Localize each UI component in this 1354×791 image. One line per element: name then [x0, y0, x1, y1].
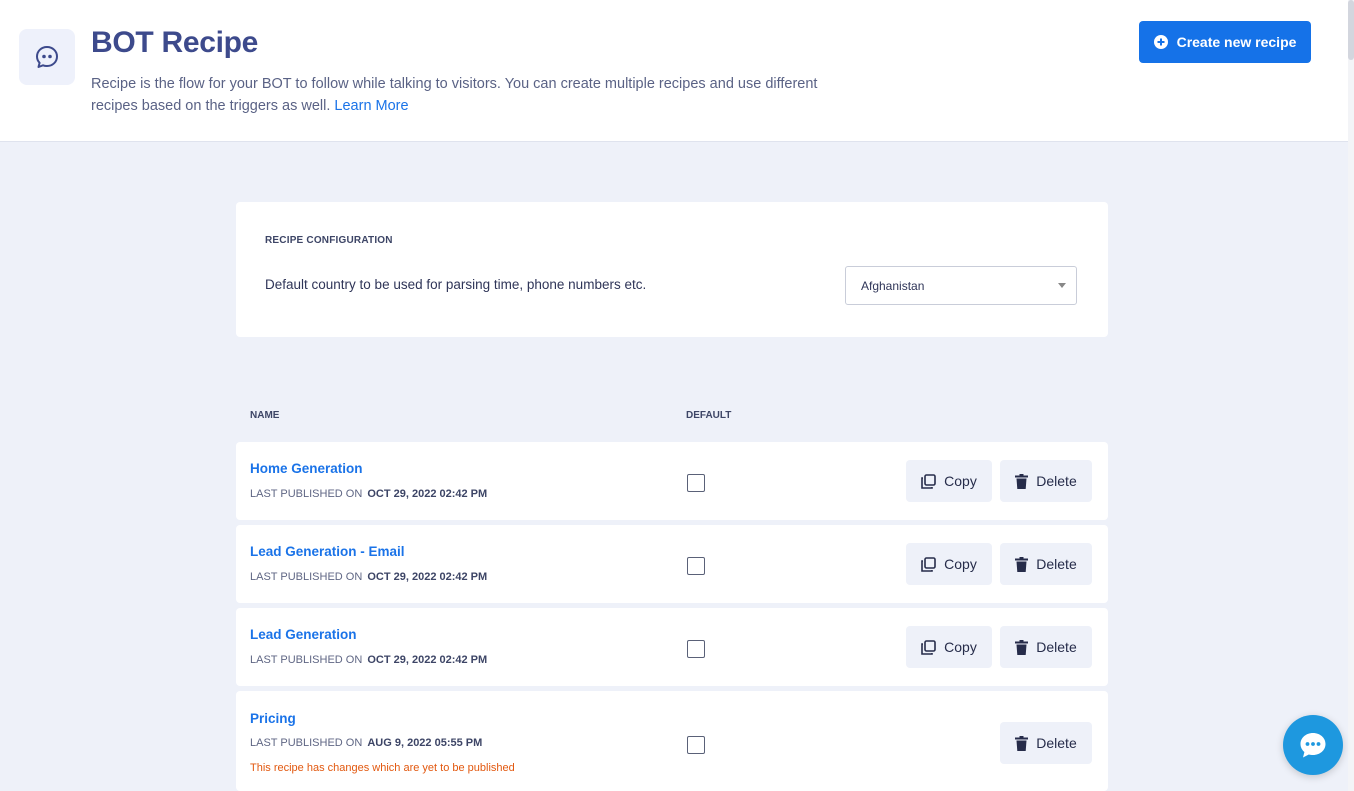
trash-icon [1015, 639, 1029, 655]
scrollbar-thumb[interactable] [1348, 0, 1354, 60]
copy-icon [921, 556, 936, 572]
column-header-name: NAME [250, 410, 280, 421]
published-label: LAST PUBLISHED ON [250, 654, 363, 666]
chat-bubble-icon [36, 46, 58, 68]
page-header: BOT Recipe Recipe is the flow for your B… [0, 0, 1348, 142]
copy-button[interactable]: Copy [906, 626, 992, 668]
copy-label: Copy [944, 556, 977, 572]
scrollbar[interactable] [1348, 0, 1354, 791]
delete-label: Delete [1036, 639, 1077, 655]
caret-down-icon [1058, 283, 1066, 288]
recipe-name-link[interactable]: Pricing [250, 711, 296, 726]
copy-button[interactable]: Copy [906, 460, 992, 502]
delete-label: Delete [1036, 473, 1077, 489]
trash-icon [1015, 473, 1029, 489]
plus-circle-icon [1153, 35, 1168, 49]
default-checkbox[interactable] [687, 640, 705, 658]
chat-widget-button[interactable] [1283, 715, 1343, 775]
delete-button[interactable]: Delete [1000, 722, 1092, 764]
copy-label: Copy [944, 639, 977, 655]
bot-logo [19, 29, 75, 85]
config-label: Default country to be used for parsing t… [265, 277, 647, 292]
country-select-value: Afghanistan [861, 278, 925, 293]
create-recipe-button[interactable]: Create new recipe [1139, 21, 1311, 63]
published-date: AUG 9, 2022 05:55 PM [367, 737, 483, 749]
recipe-published-meta: LAST PUBLISHED ON AUG 9, 2022 05:55 PM [250, 737, 482, 749]
delete-label: Delete [1036, 735, 1077, 751]
recipe-row: Home Generation LAST PUBLISHED ON OCT 29… [236, 442, 1108, 520]
copy-icon [921, 473, 936, 489]
create-recipe-label: Create new recipe [1176, 34, 1297, 50]
trash-icon [1015, 735, 1029, 751]
published-date: OCT 29, 2022 02:42 PM [367, 571, 488, 583]
config-title: RECIPE CONFIGURATION [265, 235, 393, 246]
page-description-text: Recipe is the flow for your BOT to follo… [91, 76, 818, 114]
default-checkbox[interactable] [687, 557, 705, 575]
default-checkbox[interactable] [687, 736, 705, 754]
page-description: Recipe is the flow for your BOT to follo… [91, 73, 831, 117]
delete-button[interactable]: Delete [1000, 626, 1092, 668]
published-label: LAST PUBLISHED ON [250, 571, 363, 583]
column-header-default: DEFAULT [686, 410, 732, 421]
published-date: OCT 29, 2022 02:42 PM [367, 488, 488, 500]
page-title: BOT Recipe [91, 26, 259, 59]
copy-icon [921, 639, 936, 655]
copy-button[interactable]: Copy [906, 543, 992, 585]
copy-label: Copy [944, 473, 977, 489]
recipe-row: Lead Generation - Email LAST PUBLISHED O… [236, 525, 1108, 603]
chat-icon [1300, 733, 1326, 758]
recipe-row: Lead Generation LAST PUBLISHED ON OCT 29… [236, 608, 1108, 686]
delete-label: Delete [1036, 556, 1077, 572]
recipe-published-meta: LAST PUBLISHED ON OCT 29, 2022 02:42 PM [250, 488, 487, 500]
learn-more-link[interactable]: Learn More [334, 98, 408, 114]
recipe-name-link[interactable]: Lead Generation - Email [250, 544, 405, 559]
recipe-configuration-card: RECIPE CONFIGURATION Default country to … [236, 202, 1108, 337]
default-checkbox[interactable] [687, 474, 705, 492]
published-label: LAST PUBLISHED ON [250, 488, 363, 500]
recipe-published-meta: LAST PUBLISHED ON OCT 29, 2022 02:42 PM [250, 571, 487, 583]
unpublished-changes-warning: This recipe has changes which are yet to… [250, 762, 515, 774]
recipe-name-link[interactable]: Lead Generation [250, 627, 357, 642]
published-label: LAST PUBLISHED ON [250, 737, 363, 749]
country-select[interactable]: Afghanistan [845, 266, 1077, 305]
recipe-row: Pricing LAST PUBLISHED ON AUG 9, 2022 05… [236, 691, 1108, 791]
delete-button[interactable]: Delete [1000, 543, 1092, 585]
recipe-published-meta: LAST PUBLISHED ON OCT 29, 2022 02:42 PM [250, 654, 487, 666]
trash-icon [1015, 556, 1029, 572]
published-date: OCT 29, 2022 02:42 PM [367, 654, 488, 666]
recipe-name-link[interactable]: Home Generation [250, 461, 363, 476]
delete-button[interactable]: Delete [1000, 460, 1092, 502]
